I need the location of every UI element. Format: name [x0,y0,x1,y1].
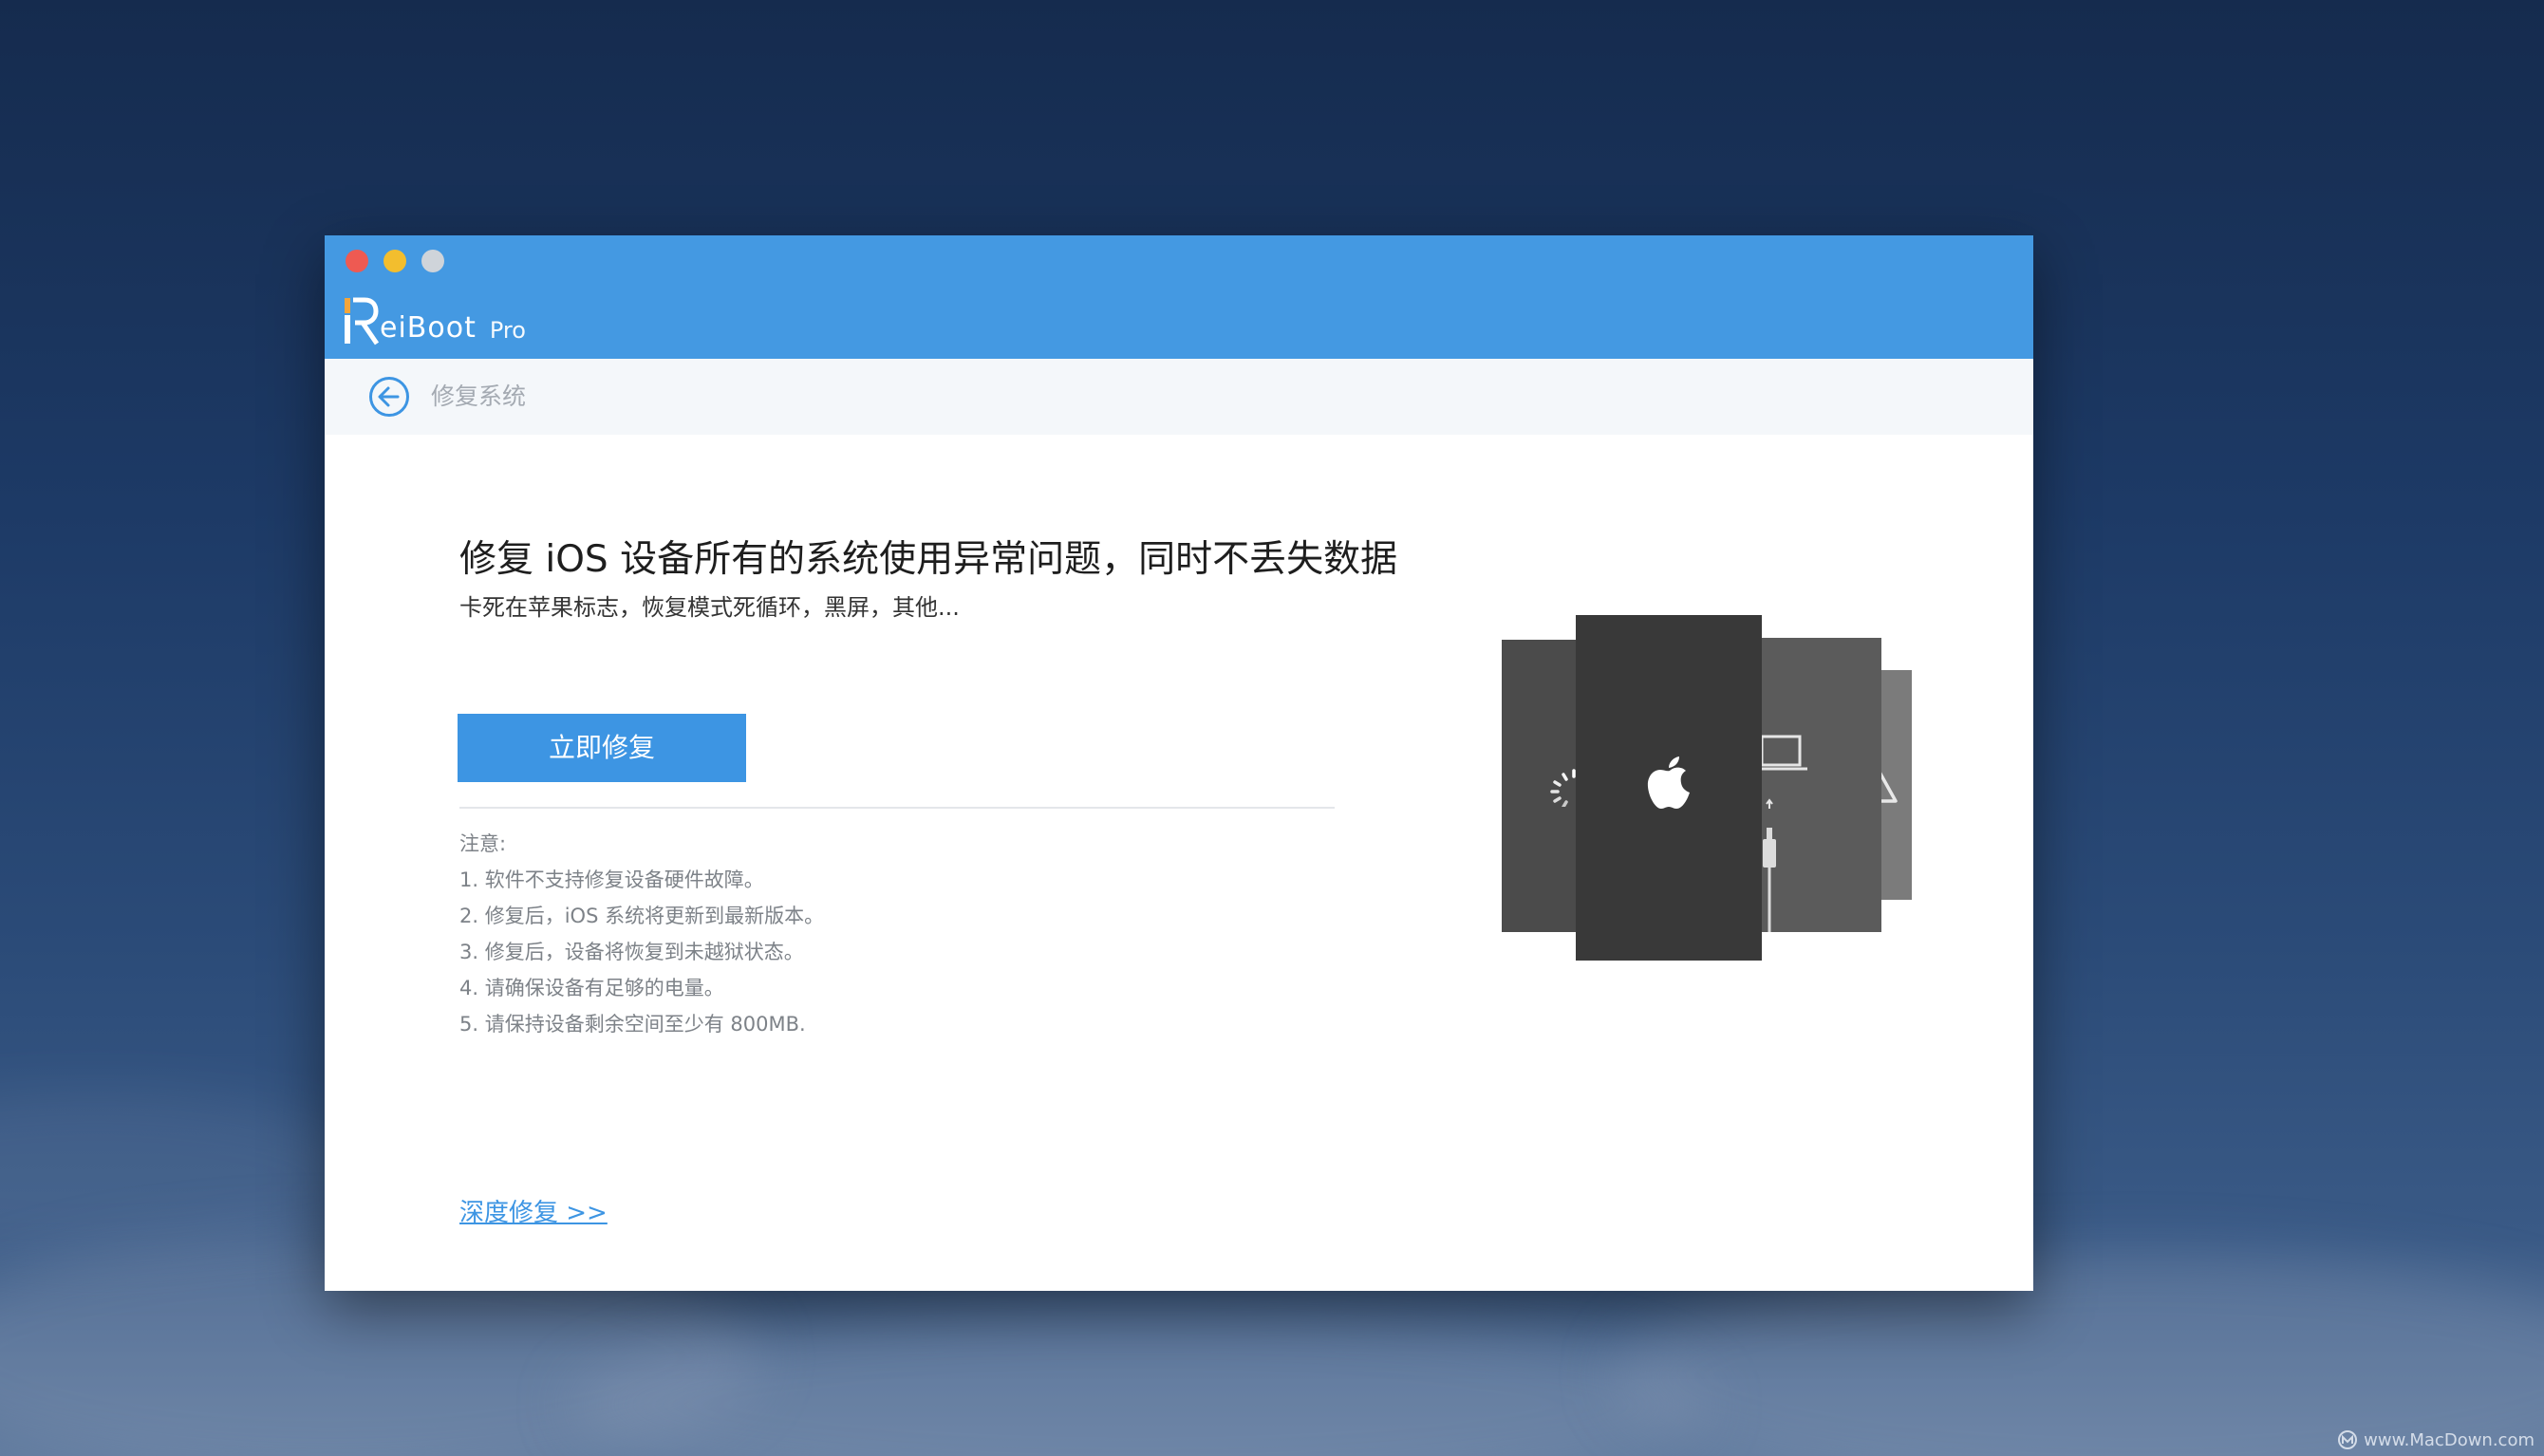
maximize-window-button[interactable] [421,250,444,272]
cable-panel [1752,638,1881,932]
note-item: 4. 请确保设备有足够的电量。 [459,977,724,999]
app-window: eiBoot Pro 修复系统 修复 iOS 设备所有的系统使用异常问题，同时不… [325,235,2033,1291]
navigation-bar: 修复系统 [325,359,2033,435]
note-item: 2. 修复后，iOS 系统将更新到最新版本。 [459,905,825,927]
note-item: 1. 软件不支持修复设备硬件故障。 [459,868,764,891]
notes-title: 注意: [459,832,507,855]
repair-now-button[interactable]: 立即修复 [458,714,746,782]
apple-panel [1576,615,1762,961]
apple-logo-icon [1646,756,1693,816]
app-name: eiBoot [380,311,477,345]
macdown-logo-icon [2338,1430,2358,1449]
app-logo: eiBoot Pro [342,294,526,347]
main-headline: 修复 iOS 设备所有的系统使用异常问题，同时不丢失数据 [459,538,1398,581]
note-item: 3. 修复后，设备将恢复到未越狱状态。 [459,941,804,963]
watermark: www.MacDown.com [2337,1429,2535,1450]
app-edition: Pro [489,317,526,344]
reiboot-logo-icon [342,294,380,347]
close-window-button[interactable] [346,250,368,272]
notes-section: 注意: 1. 软件不支持修复设备硬件故障。 2. 修复后，iOS 系统将更新到最… [459,826,824,1042]
desktop-background: eiBoot Pro 修复系统 修复 iOS 设备所有的系统使用异常问题，同时不… [0,0,2544,1456]
laptop-cable-icon [1756,733,1813,936]
deep-repair-link[interactable]: 深度修复 >> [459,1196,608,1230]
note-item: 5. 请保持设备剩余空间至少有 800MB. [459,1013,806,1036]
back-arrow-icon[interactable] [368,376,410,418]
divider [459,807,1335,809]
minimize-window-button[interactable] [383,250,406,272]
title-bar: eiBoot Pro [325,235,2033,359]
watermark-text: www.MacDown.com [2364,1429,2535,1450]
main-subline: 卡死在苹果标志，恢复模式死循环，黑屏，其他... [459,594,960,621]
page-title: 修复系统 [431,383,527,410]
repair-illustration [1502,615,1912,961]
